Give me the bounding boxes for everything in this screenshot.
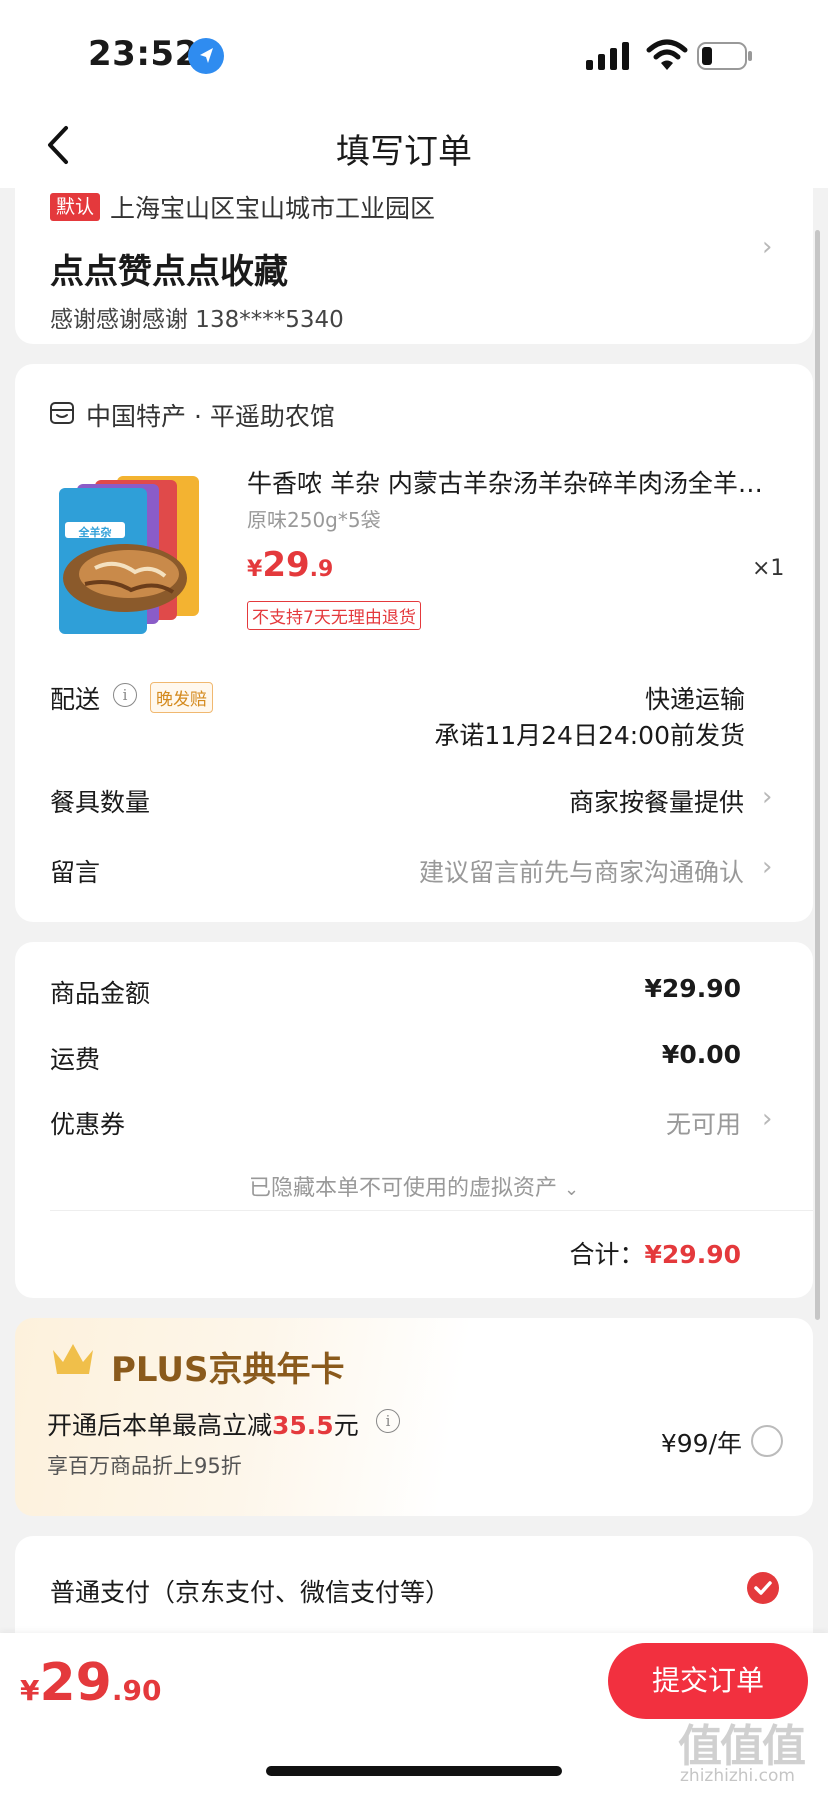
freight-label: 运费	[50, 1045, 101, 1074]
battery-icon	[697, 42, 753, 70]
checkmark-circle-icon[interactable]	[747, 1572, 779, 1608]
plus-desc-suffix: 元	[333, 1411, 359, 1440]
product-title[interactable]: 牛香哝 羊杂 内蒙古羊杂汤羊杂碎羊肉汤全羊…	[247, 464, 777, 500]
plus-description: 开通后本单最高立减35.5元	[47, 1406, 359, 1442]
message-label: 留言	[50, 858, 101, 887]
info-icon[interactable]: i	[113, 683, 137, 707]
delivery-label: 配送	[50, 685, 101, 714]
goods-amount-label: 商品金额	[50, 979, 151, 1008]
plus-desc-amount: 35.5	[272, 1411, 334, 1440]
product-quantity: ×1	[752, 556, 785, 581]
goods-amount-value: ¥29.90	[644, 974, 741, 1003]
product-price-int: 29	[262, 545, 310, 585]
product-price: ¥29.9	[247, 545, 333, 585]
product-spec: 原味250g*5袋	[247, 508, 381, 532]
chevron-right-icon[interactable]: ›	[762, 232, 772, 262]
no-return-badge: 不支持7天无理由退货	[247, 601, 421, 630]
crown-icon	[50, 1340, 96, 1382]
divider	[50, 1210, 813, 1211]
plus-radio[interactable]	[751, 1425, 783, 1457]
freight-value: ¥0.00	[661, 1040, 741, 1069]
plus-title: PLUS京典年卡	[111, 1350, 345, 1390]
tableware-label: 餐具数量	[50, 788, 151, 817]
status-time: 23:52	[88, 34, 199, 74]
bottom-total-int: 29	[39, 1653, 112, 1713]
plus-price: ¥99/年	[660, 1429, 742, 1458]
plus-subtext: 享百万商品折上95折	[47, 1454, 242, 1478]
coupon-label: 优惠券	[50, 1110, 126, 1139]
delivery-method: 快递运输	[644, 685, 745, 714]
product-card	[15, 364, 813, 922]
chevron-right-icon[interactable]: ›	[762, 782, 772, 812]
watermark-url: zhizhizhi.com	[680, 1766, 795, 1786]
delivery-promise: 承诺11月24日24:00前发货	[434, 721, 745, 750]
payment-label: 普通支付（京东支付、微信支付等）	[50, 1578, 451, 1607]
store-name[interactable]: 中国特产 · 平遥助农馆	[86, 397, 335, 433]
info-icon[interactable]: i	[376, 1409, 400, 1433]
chevron-down-icon: ⌄	[563, 1179, 580, 1200]
address-contact: 感谢感谢感谢 138****5340	[50, 307, 344, 333]
coupon-value[interactable]: 无可用	[666, 1105, 741, 1141]
scrollbar[interactable]	[815, 230, 820, 1320]
product-price-dec: .9	[309, 557, 334, 582]
hidden-assets-toggle[interactable]: 已隐藏本单不可使用的虚拟资产 ⌄	[0, 1170, 828, 1202]
order-total: 合计：¥29.90	[570, 1235, 742, 1271]
product-price-currency: ¥	[247, 557, 263, 582]
chevron-right-icon[interactable]: ›	[762, 852, 772, 882]
tableware-value[interactable]: 商家按餐量提供	[569, 783, 744, 819]
watermark-logo: 值值值	[678, 1721, 806, 1772]
order-total-label: 合计：	[569, 1240, 645, 1269]
message-field[interactable]: 建议留言前先与商家沟通确认	[419, 853, 744, 889]
address-name: 点点赞点点收藏	[50, 252, 288, 292]
bottom-total-dec: .90	[111, 1674, 162, 1707]
late-compensation-badge: 晚发赔	[150, 682, 213, 713]
cellular-signal-icon	[586, 42, 632, 70]
chevron-right-icon[interactable]: ›	[762, 1104, 772, 1134]
home-indicator[interactable]	[266, 1766, 562, 1776]
location-arrow-icon	[188, 38, 224, 74]
hidden-assets-text: 已隐藏本单不可使用的虚拟资产	[248, 1176, 557, 1201]
submit-order-button[interactable]: 提交订单	[608, 1643, 808, 1719]
address-region: 上海宝山区宝山城市工业园区	[110, 194, 436, 223]
default-address-badge: 默认	[50, 193, 101, 221]
bottom-total-currency: ¥	[20, 1674, 40, 1707]
plus-desc-prefix: 开通后本单最高立减	[47, 1411, 273, 1440]
product-image[interactable]: 全羊杂	[55, 468, 215, 636]
order-total-value: ¥29.90	[644, 1240, 741, 1269]
page-title: 填写订单	[336, 132, 472, 172]
wifi-icon	[646, 38, 688, 72]
product-image-label: 全羊杂	[78, 526, 112, 539]
bottom-total: ¥29.90	[20, 1653, 161, 1713]
store-icon	[49, 400, 75, 426]
